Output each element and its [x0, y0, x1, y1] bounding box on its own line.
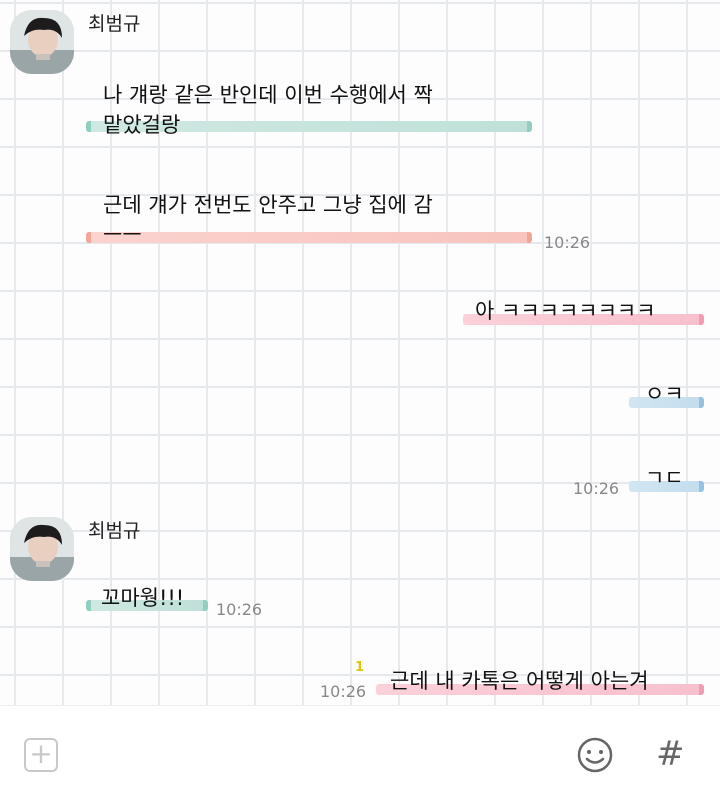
avatar[interactable]	[10, 517, 74, 581]
message-bubble[interactable]: 나 걔랑 같은 반인데 이번 수행에서 짝 맡았걸랑	[103, 80, 433, 140]
profile-photo-icon	[10, 517, 74, 581]
sender-name: 최범규	[88, 13, 141, 35]
message-bubble[interactable]: ㄱㄷ	[645, 463, 684, 493]
message-time: 10:26	[320, 682, 367, 701]
message-bubble[interactable]: 아 ㅋㅋㅋㅋㅋㅋㅋㅋ	[475, 296, 656, 326]
message-bubble[interactable]: 근데 내 카톡은 어떻게 아는겨	[390, 666, 649, 696]
message-bubble[interactable]: 근데 걔가 전번도 안주고 그냥 집에 감 ㅡㅡ	[103, 190, 433, 250]
hash-icon[interactable]: #	[656, 734, 685, 774]
message-time: 10:26	[216, 600, 263, 619]
message-bubble[interactable]: ㅇㅋ	[645, 379, 684, 409]
avatar[interactable]	[10, 10, 74, 74]
input-bar: + #	[0, 705, 720, 795]
message-time: 10:26	[544, 233, 591, 252]
chat-area: 최범규 나 걔랑 같은 반인데 이번 수행에서 짝 맡았걸랑 근데 걔가 전번도…	[0, 0, 720, 705]
message-time: 10:26	[573, 479, 620, 498]
profile-photo-icon	[10, 10, 74, 74]
unread-count: 1	[355, 660, 365, 675]
message-bubble[interactable]: 꼬마웡!!!	[101, 583, 184, 613]
smiley-icon[interactable]	[576, 736, 614, 774]
sender-name: 최범규	[88, 520, 141, 542]
plus-square-icon[interactable]: +	[24, 738, 58, 772]
